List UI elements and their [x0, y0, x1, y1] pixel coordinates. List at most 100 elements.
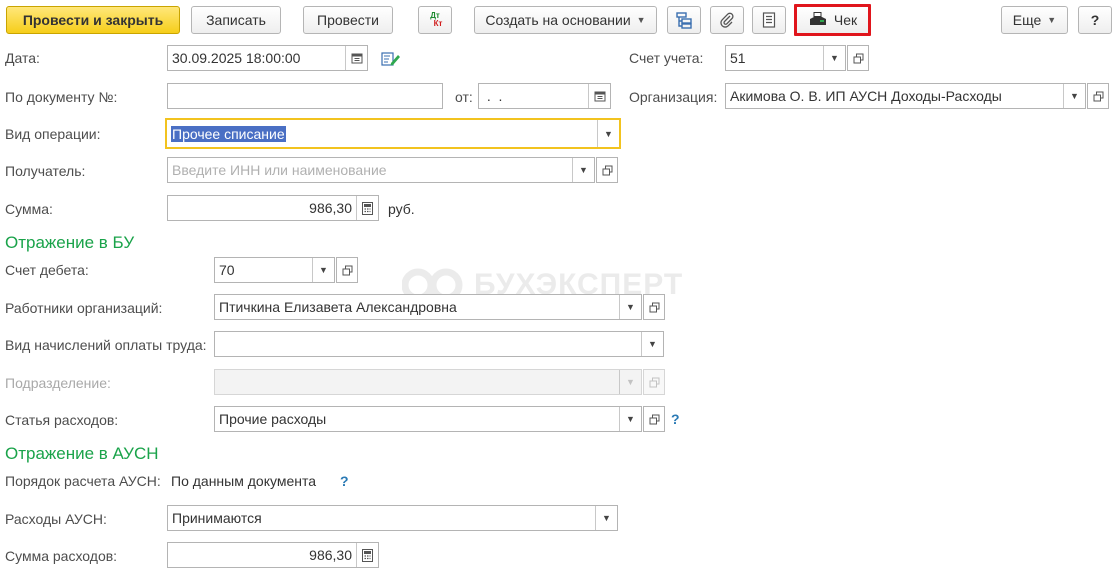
expense-item-help-icon[interactable]: ?	[671, 411, 680, 427]
calculator-icon	[362, 201, 373, 215]
payroll-type-label: Вид начислений оплаты труда:	[5, 337, 207, 353]
expense-item-dropdown-button[interactable]: ▼	[619, 407, 641, 431]
cash-register-icon	[809, 12, 826, 25]
amount-field[interactable]: 986,30	[167, 195, 379, 221]
doc-date-field[interactable]: . .	[478, 83, 611, 109]
doc-number-label: По документу №:	[5, 89, 118, 105]
currency-label: руб.	[388, 201, 415, 217]
doc-calendar-button[interactable]	[588, 84, 610, 108]
chevron-down-icon: ▼	[319, 265, 328, 275]
chevron-down-icon: ▼	[579, 165, 588, 175]
debit-account-value: 70	[219, 262, 235, 278]
doc-number-input[interactable]	[167, 83, 443, 109]
more-button[interactable]: Еще ▼	[1001, 6, 1068, 34]
debit-account-open-button[interactable]	[336, 257, 358, 283]
open-window-icon	[342, 265, 352, 275]
structure-button[interactable]	[667, 6, 701, 34]
date-field[interactable]: 30.09.2025 18:00:00	[167, 45, 368, 71]
calculator-icon	[362, 548, 373, 562]
ausn-calc-order-help-icon[interactable]: ?	[340, 473, 349, 489]
debit-account-dropdown-button[interactable]: ▼	[312, 258, 334, 282]
recipient-dropdown-button[interactable]: ▼	[572, 158, 594, 182]
amount-label: Сумма:	[5, 201, 53, 217]
chevron-down-icon: ▼	[626, 302, 635, 312]
operation-type-value: Прочее списание	[167, 120, 597, 147]
expense-item-open-button[interactable]	[643, 406, 665, 432]
report-button[interactable]	[752, 6, 786, 34]
post-button[interactable]: Провести	[303, 6, 393, 34]
organization-value: Акимова О. В. ИП АУСН Доходы-Расходы	[730, 88, 1002, 104]
date-value: 30.09.2025 18:00:00	[172, 50, 301, 66]
open-window-icon	[1093, 91, 1103, 101]
employees-value: Птичкина Елизавета Александровна	[219, 299, 457, 315]
open-window-icon	[853, 53, 863, 63]
debit-account-field[interactable]: 70 ▼	[214, 257, 335, 283]
ausn-expenses-dropdown-button[interactable]: ▼	[595, 506, 617, 530]
date-label: Дата:	[5, 50, 40, 66]
chevron-down-icon: ▼	[602, 513, 611, 523]
ausn-expenses-label: Расходы АУСН:	[5, 511, 107, 527]
from-label: от:	[455, 89, 473, 105]
ausn-calc-order-value: По данным документа	[171, 473, 316, 489]
employees-open-button[interactable]	[643, 294, 665, 320]
account-dropdown-button[interactable]: ▼	[823, 46, 845, 70]
organization-open-button[interactable]	[1087, 83, 1109, 109]
expense-calculator-button[interactable]	[356, 543, 378, 567]
department-value	[215, 370, 619, 394]
organization-dropdown-button[interactable]: ▼	[1063, 84, 1085, 108]
chevron-down-icon: ▼	[1047, 15, 1057, 25]
calendar-icon	[351, 53, 362, 64]
dt-kt-icon: Дт Кт	[428, 12, 442, 28]
post-and-close-button[interactable]: Провести и закрыть	[6, 6, 180, 34]
receipt-button[interactable]: Чек	[794, 4, 871, 36]
debit-account-label: Счет дебета:	[5, 262, 89, 278]
expense-item-value: Прочие расходы	[219, 411, 327, 427]
calendar-icon	[594, 91, 605, 102]
edit-date-button[interactable]	[381, 50, 401, 68]
post-label: Провести	[317, 12, 379, 28]
help-button[interactable]: ?	[1078, 6, 1112, 34]
create-based-on-button[interactable]: Создать на основании ▼	[474, 6, 657, 34]
doc-date-value: . .	[483, 88, 503, 104]
department-open-button	[643, 369, 665, 395]
expense-item-field[interactable]: Прочие расходы ▼	[214, 406, 642, 432]
calendar-button[interactable]	[345, 46, 367, 70]
department-field: ▼	[214, 369, 642, 395]
payroll-type-value	[215, 332, 641, 356]
account-open-button[interactable]	[847, 45, 869, 71]
recipient-placeholder: Введите ИНН или наименование	[172, 162, 387, 178]
account-field[interactable]: 51 ▼	[725, 45, 846, 71]
amount-value: 986,30	[309, 200, 352, 216]
dt-kt-button[interactable]: Дт Кт	[418, 6, 452, 34]
organization-field[interactable]: Акимова О. В. ИП АУСН Доходы-Расходы ▼	[725, 83, 1086, 109]
operation-type-field[interactable]: Прочее списание ▼	[165, 118, 621, 149]
chevron-down-icon: ▼	[626, 414, 635, 424]
employees-label: Работники организаций:	[5, 300, 163, 316]
organization-label: Организация:	[629, 89, 718, 105]
payroll-type-dropdown-button[interactable]: ▼	[641, 332, 663, 356]
hierarchy-icon	[676, 12, 692, 29]
more-label: Еще	[1012, 12, 1042, 28]
ausn-expenses-field[interactable]: Принимаются ▼	[167, 505, 618, 531]
operation-type-dropdown-button[interactable]: ▼	[597, 120, 619, 147]
calculator-button[interactable]	[356, 196, 378, 220]
department-dropdown-button: ▼	[619, 370, 641, 394]
recipient-label: Получатель:	[5, 163, 86, 179]
operation-type-label: Вид операции:	[5, 126, 101, 142]
payroll-type-field[interactable]: ▼	[214, 331, 664, 357]
chevron-down-icon: ▼	[604, 128, 613, 139]
expense-amount-label: Сумма расходов:	[5, 548, 118, 564]
attach-button[interactable]	[710, 6, 744, 34]
expense-amount-value: 986,30	[309, 547, 352, 563]
recipient-field[interactable]: Введите ИНН или наименование ▼	[167, 157, 595, 183]
expense-amount-field[interactable]: 986,30	[167, 542, 379, 568]
open-window-icon	[649, 302, 659, 312]
receipt-label: Чек	[833, 12, 858, 28]
save-button[interactable]: Записать	[191, 6, 281, 34]
recipient-open-button[interactable]	[596, 157, 618, 183]
help-label: ?	[1090, 12, 1100, 28]
employees-dropdown-button[interactable]: ▼	[619, 295, 641, 319]
ausn-expenses-value: Принимаются	[172, 510, 262, 526]
account-label: Счет учета:	[629, 50, 704, 66]
employees-field[interactable]: Птичкина Елизавета Александровна ▼	[214, 294, 642, 320]
